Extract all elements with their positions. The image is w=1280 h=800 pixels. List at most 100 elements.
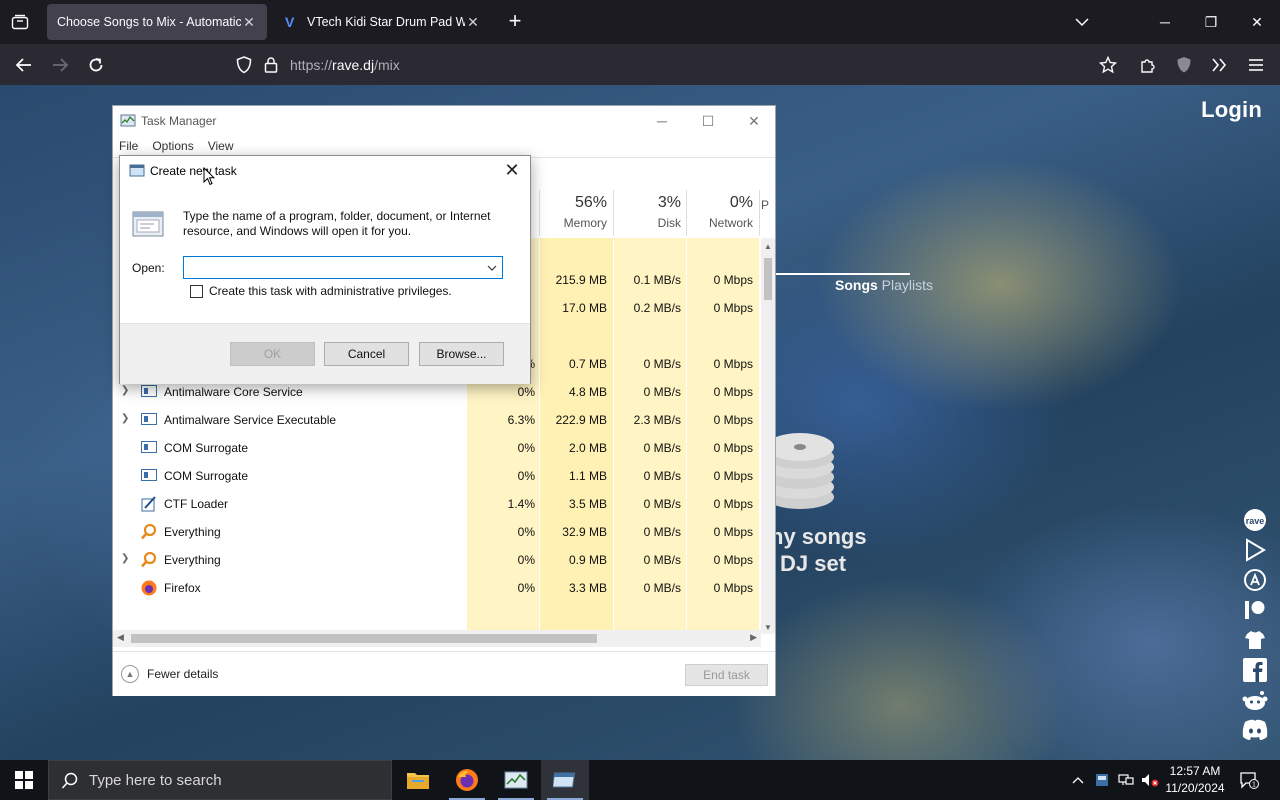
process-row[interactable]: COM Surrogate 0% 1.1 MB 0 MB/s 0 Mbps	[113, 462, 763, 490]
ublock-shield-icon[interactable]	[1170, 52, 1198, 78]
start-button[interactable]	[0, 760, 48, 800]
tab-vtech[interactable]: V VTech Kidi Star Drum Pad With ✕	[275, 4, 491, 40]
vertical-scrollbar[interactable]: ▲ ▼	[761, 238, 775, 634]
menu-view[interactable]: View	[208, 139, 234, 153]
url-bar[interactable]: https://rave.dj/mix	[228, 48, 1136, 81]
expand-chevron-icon[interactable]: ❯	[121, 385, 129, 396]
login-link[interactable]: Login	[1201, 97, 1262, 123]
process-row[interactable]: COM Surrogate 0% 2.0 MB 0 MB/s 0 Mbps	[113, 434, 763, 462]
tray-app-icon[interactable]	[1092, 760, 1112, 800]
run-program-icon	[132, 208, 166, 241]
menu-file[interactable]: File	[119, 139, 138, 153]
chevron-down-icon[interactable]	[484, 259, 500, 276]
tab-list-icon[interactable]	[8, 10, 32, 34]
network-icon[interactable]	[1116, 760, 1136, 800]
process-row[interactable]: CTF Loader 1.4% 3.5 MB 0 MB/s 0 Mbps	[113, 490, 763, 518]
search-placeholder: Type here to search	[89, 772, 222, 789]
menu-hamburger-icon[interactable]	[1242, 52, 1270, 78]
horizontal-scroll-thumb[interactable]	[131, 634, 597, 643]
restore-icon[interactable]: ❐	[1188, 0, 1234, 44]
more-tools-icon[interactable]	[1205, 52, 1233, 78]
vertical-scroll-thumb[interactable]	[764, 258, 772, 300]
new-tab-button[interactable]: +	[503, 10, 527, 34]
lock-icon[interactable]	[264, 56, 278, 76]
admin-privileges-checkbox[interactable]	[190, 284, 203, 298]
horizontal-scrollbar[interactable]: ◀ ▶	[113, 630, 761, 647]
reload-icon[interactable]	[82, 52, 110, 78]
reddit-icon[interactable]	[1240, 685, 1270, 715]
url-text[interactable]: https://rave.dj/mix	[290, 57, 400, 73]
play-store-icon[interactable]	[1240, 535, 1270, 565]
tab-playlists[interactable]: Playlists	[882, 277, 933, 293]
col-header-memory[interactable]: 56% Memory	[541, 194, 607, 230]
end-task-button[interactable]: End task	[685, 664, 768, 686]
tm-minimize-icon[interactable]: ─	[639, 106, 685, 136]
admin-privileges-label: Create this task with administrative pri…	[209, 284, 452, 298]
process-row[interactable]: Everything 0% 32.9 MB 0 MB/s 0 Mbps	[113, 518, 763, 546]
process-row[interactable]: ❯ Antimalware Service Executable 6.3% 222.9…	[113, 406, 763, 434]
disk-pct: 3%	[657, 194, 681, 211]
scroll-up-icon[interactable]: ▲	[764, 242, 772, 251]
menu-options[interactable]: Options	[152, 139, 193, 153]
open-combobox[interactable]	[183, 256, 503, 279]
scroll-left-icon[interactable]: ◀	[117, 632, 124, 643]
process-net-value: 0 Mbps	[713, 553, 753, 567]
rave-icon[interactable]: rave	[1240, 505, 1270, 535]
dialog-close-icon[interactable]: ✕	[500, 160, 524, 182]
col-header-power[interactable]: P	[761, 194, 775, 212]
process-row[interactable]: Firefox 0% 3.3 MB 0 MB/s 0 Mbps	[113, 574, 763, 602]
forward-icon[interactable]	[46, 52, 74, 78]
fewer-details-button[interactable]: ▲ Fewer details	[121, 665, 218, 683]
process-cpu-value: 0%	[517, 581, 535, 595]
process-mem-value: 32.9 MB	[562, 525, 607, 539]
process-net-value: 0 Mbps	[713, 525, 753, 539]
list-all-tabs-icon[interactable]	[1070, 10, 1094, 34]
browse-button[interactable]: Browse...	[419, 342, 504, 366]
patreon-icon[interactable]	[1240, 595, 1270, 625]
facebook-icon[interactable]	[1240, 655, 1270, 685]
volume-muted-icon[interactable]	[1139, 760, 1161, 800]
process-mem-value: 17.0 MB	[562, 301, 607, 315]
notifications-icon[interactable]: 1	[1234, 760, 1264, 800]
back-icon[interactable]	[10, 52, 38, 78]
expand-chevron-icon[interactable]: ❯	[121, 553, 129, 564]
url-scheme: https://	[290, 57, 333, 73]
file-explorer-taskbar-icon[interactable]	[394, 760, 442, 800]
tab-close-icon[interactable]: ✕	[465, 14, 481, 31]
process-mem-value: 222.9 MB	[555, 413, 607, 427]
tab-close-icon[interactable]: ✕	[241, 14, 257, 31]
close-window-icon[interactable]: ✕	[1234, 0, 1280, 44]
process-mem-value: 3.3 MB	[568, 581, 607, 595]
col-header-network[interactable]: 0% Network	[687, 194, 753, 230]
shirt-icon[interactable]	[1240, 625, 1270, 655]
taskbar-clock[interactable]: 12:57 AM 11/20/2024	[1160, 763, 1230, 797]
cancel-button[interactable]: Cancel	[324, 342, 409, 366]
tm-maximize-icon[interactable]: ☐	[685, 106, 731, 136]
discord-icon[interactable]	[1240, 715, 1270, 745]
scroll-right-icon[interactable]: ▶	[750, 632, 757, 643]
taskbar-search-box[interactable]: Type here to search	[48, 760, 392, 800]
bookmark-star-icon[interactable]	[1098, 55, 1118, 77]
process-row[interactable]: ❯ Everything 0% 0.9 MB 0 MB/s 0 Mbps	[113, 546, 763, 574]
run-dialog-taskbar-icon[interactable]	[541, 760, 589, 800]
expand-chevron-icon[interactable]: ❯	[121, 413, 129, 424]
scroll-down-icon[interactable]: ▼	[764, 623, 772, 632]
shield-icon[interactable]	[236, 56, 252, 77]
songs-tab-underline	[776, 273, 910, 275]
tab-songs[interactable]: Songs	[835, 277, 878, 293]
dialog-title: Create new task	[150, 164, 237, 178]
firefox-taskbar-icon[interactable]	[443, 760, 491, 800]
task-manager-taskbar-icon[interactable]	[492, 760, 540, 800]
fewer-details-label: Fewer details	[147, 667, 219, 681]
ok-button[interactable]: OK	[230, 342, 315, 366]
tm-close-icon[interactable]: ✕	[731, 106, 777, 136]
show-hidden-icons-chevron-up-icon[interactable]	[1068, 760, 1088, 800]
memory-pct: 56%	[574, 194, 607, 211]
extensions-icon[interactable]	[1134, 52, 1162, 78]
col-header-disk[interactable]: 3% Disk	[615, 194, 681, 230]
app-store-icon[interactable]	[1240, 565, 1270, 595]
minimize-icon[interactable]: ─	[1142, 0, 1188, 44]
tab-choose-songs[interactable]: Choose Songs to Mix - Automatic ✕	[47, 4, 267, 40]
task-manager-title-bar[interactable]: Task Manager ─ ☐ ✕	[113, 106, 775, 136]
admin-privileges-option[interactable]: Create this task with administrative pri…	[190, 284, 452, 298]
